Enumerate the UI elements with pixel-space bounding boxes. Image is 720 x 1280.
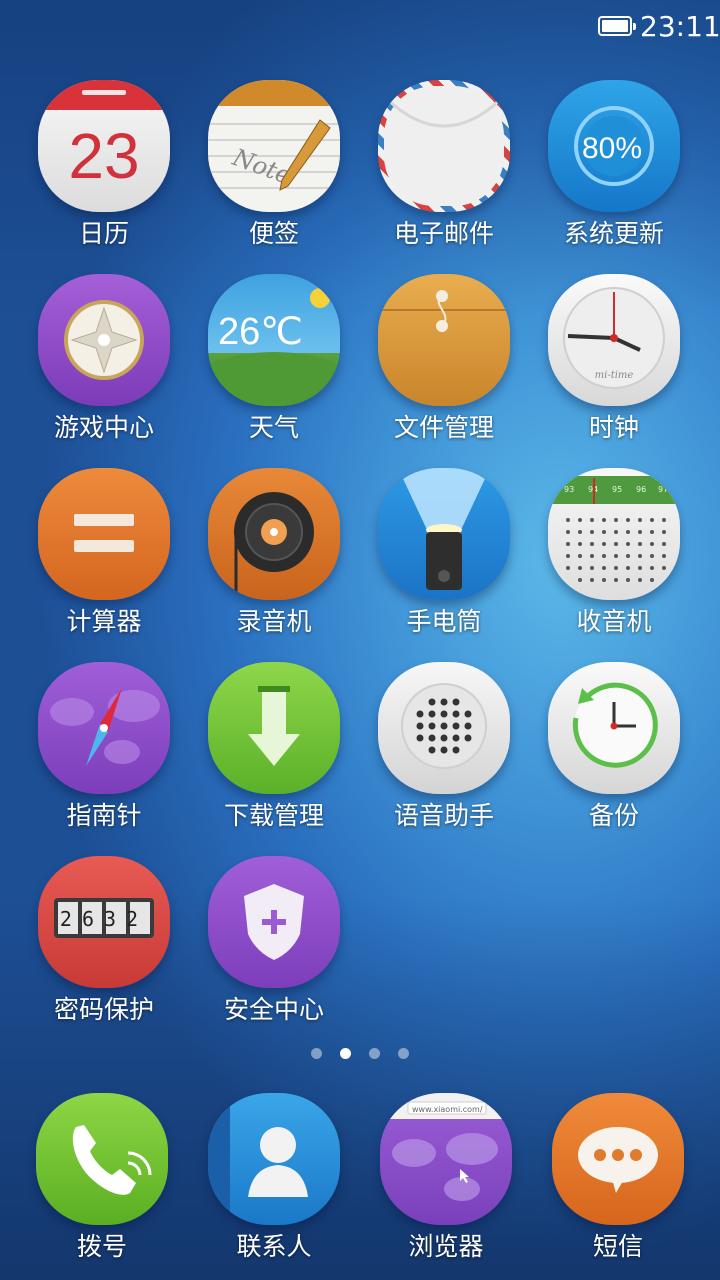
app-label: 日历 [78,219,129,248]
backup-clock-icon [548,662,680,794]
app-label: 下载管理 [223,801,324,830]
dock-app-browser[interactable]: www.xiaomi.com/ 浏览器 [361,1085,531,1275]
app-flashlight[interactable]: 手电筒 [359,468,529,658]
clock-brand-text: mi-time [595,370,634,381]
dock-app-messages[interactable]: 短信 [533,1085,703,1275]
clock-icon: mi-time [548,274,680,406]
radio-tick-97: 97 [658,485,668,494]
app-game-center[interactable]: 游戏中心 [19,274,189,464]
app-file-manager[interactable]: 文件管理 [359,274,529,464]
app-recorder[interactable]: 录音机 [189,468,359,658]
page-dot[interactable] [311,1048,322,1059]
app-grid: 23 日历 Note 便签 电子邮件 80% 系统更新 游戏中心 26℃ 天气 … [0,0,720,1060]
dock-label: 联系人 [236,1232,312,1261]
flashlight-icon [378,468,510,600]
phone-icon [36,1093,168,1225]
browser-url-text: www.xiaomi.com/ [412,1105,483,1114]
app-label: 天气 [248,413,299,442]
dock-label: 短信 [592,1232,643,1261]
app-radio[interactable]: 93 94 95 96 97 收音机 [529,468,699,658]
update-progress-text: 80% [582,132,642,165]
app-download-manager[interactable]: 下载管理 [189,662,359,852]
dock-label: 浏览器 [408,1232,484,1261]
page-dot-active[interactable] [340,1048,351,1059]
app-system-update[interactable]: 80% 系统更新 [529,80,699,270]
system-update-icon: 80% [548,80,680,212]
calculator-icon [38,468,170,600]
app-clock[interactable]: mi-time 时钟 [529,274,699,464]
email-envelope-icon [378,80,510,212]
app-security-center[interactable]: 安全中心 [189,856,359,1046]
password-lock-icon: 2632 [38,856,170,988]
weather-temperature: 26℃ [218,311,303,353]
app-calculator[interactable]: 计算器 [19,468,189,658]
recorder-reel-icon [208,468,340,600]
compass-icon [38,662,170,794]
radio-icon: 93 94 95 96 97 [548,468,680,600]
dock-app-contacts[interactable]: 联系人 [189,1085,359,1275]
message-bubble-icon [552,1093,684,1225]
notes-icon: Note [208,80,340,212]
download-arrow-icon [208,662,340,794]
app-label: 密码保护 [53,995,154,1024]
calendar-icon: 23 [38,80,170,212]
app-compass[interactable]: 指南针 [19,662,189,852]
file-folder-icon [378,274,510,406]
dock-app-phone[interactable]: 拨号 [17,1085,187,1275]
app-label: 语音助手 [393,801,494,830]
app-label: 文件管理 [393,413,494,442]
dock: 拨号 联系人 www.xiaomi.com/ 浏览器 短信 [0,1085,720,1280]
app-label: 指南针 [66,801,142,830]
security-shield-icon [208,856,340,988]
contacts-icon [208,1093,340,1225]
page-indicator[interactable] [300,1048,420,1062]
game-dpad-icon [38,274,170,406]
voice-speaker-icon [378,662,510,794]
app-email[interactable]: 电子邮件 [359,80,529,270]
radio-speaker-grille [566,518,666,582]
radio-tick-96: 96 [636,485,646,494]
app-label: 电子邮件 [393,219,494,248]
page-dot[interactable] [369,1048,380,1059]
radio-tick-93: 93 [564,485,574,494]
app-weather[interactable]: 26℃ 天气 [189,274,359,464]
weather-icon: 26℃ [208,274,340,406]
app-label: 收音机 [576,607,652,636]
app-password-protect[interactable]: 2632 密码保护 [19,856,189,1046]
app-label: 安全中心 [223,995,324,1024]
app-backup[interactable]: 备份 [529,662,699,852]
app-label: 计算器 [66,607,142,636]
app-label: 备份 [588,801,639,830]
dock-label: 拨号 [76,1232,127,1261]
app-notes[interactable]: Note 便签 [189,80,359,270]
page-dot[interactable] [398,1048,409,1059]
app-calendar[interactable]: 23 日历 [19,80,189,270]
app-label: 录音机 [236,607,312,636]
calendar-day-number: 23 [68,120,139,192]
password-digits: 2632 [60,907,148,931]
app-label: 手电筒 [406,607,482,636]
app-voice-assistant[interactable]: 语音助手 [359,662,529,852]
radio-tick-95: 95 [612,485,622,494]
app-label: 系统更新 [563,219,664,248]
app-label: 时钟 [588,413,639,442]
app-label: 便签 [248,219,299,248]
app-label: 游戏中心 [53,413,154,442]
browser-globe-icon: www.xiaomi.com/ [380,1093,512,1225]
